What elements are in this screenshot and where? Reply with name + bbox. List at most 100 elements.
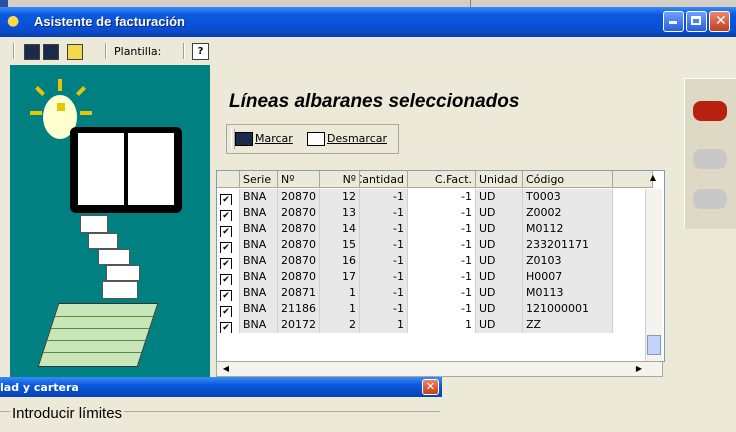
line-cell: 1 xyxy=(320,285,360,301)
column-header-code[interactable]: Código xyxy=(523,171,613,188)
checkbox[interactable]: ✔ xyxy=(220,210,232,221)
paper-stack-illustration xyxy=(37,303,159,367)
horizontal-scrollbar[interactable]: ◀ ▶ xyxy=(216,361,663,377)
row-checkbox-cell[interactable]: ✔ xyxy=(217,269,240,285)
billing-wizard-window: ● Asistente de facturación ✕ Plantilla: … xyxy=(0,7,736,424)
lightbulb-icon: ● xyxy=(7,13,20,29)
checkbox[interactable]: ✔ xyxy=(220,274,232,285)
paper-strip xyxy=(106,265,140,281)
template-label: Plantilla: xyxy=(114,45,162,58)
title-bar[interactable]: ● Asistente de facturación ✕ xyxy=(0,7,736,37)
row-checkbox-cell[interactable]: ✔ xyxy=(217,253,240,269)
scrollbar-thumb[interactable] xyxy=(647,335,661,355)
light-ray xyxy=(35,86,45,96)
row-checkbox-cell[interactable]: ✔ xyxy=(217,285,240,301)
scroll-right-icon[interactable]: ▶ xyxy=(632,362,646,376)
code-cell: 121000001 xyxy=(523,301,613,317)
checkbox[interactable]: ✔ xyxy=(220,258,232,269)
column-header-invoiced-quantity[interactable]: C.Fact. xyxy=(408,171,476,188)
row-checkbox-cell[interactable]: ✔ xyxy=(217,237,240,253)
quantity-cell: -1 xyxy=(360,221,408,237)
column-header-line-number[interactable]: Nº xyxy=(320,171,360,188)
checkbox[interactable]: ✔ xyxy=(220,306,232,317)
unit-cell: UD xyxy=(476,285,523,301)
row-checkbox-cell[interactable]: ✔ xyxy=(217,221,240,237)
quantity-cell: -1 xyxy=(360,205,408,221)
quantity-cell: -1 xyxy=(360,269,408,285)
toolbar-separator xyxy=(105,43,107,59)
serie-cell: BNA xyxy=(240,285,278,301)
row-checkbox-cell[interactable]: ✔ xyxy=(217,301,240,317)
table-row[interactable]: ✔ BNA 20871 1 -1 -1 UD M0113 xyxy=(217,285,613,301)
column-header-serie[interactable]: Serie xyxy=(240,171,278,188)
table-row[interactable]: ✔ BNA 20870 12 -1 -1 UD T0003 xyxy=(217,189,613,205)
maximize-button[interactable] xyxy=(686,11,707,32)
column-header-unit[interactable]: Unidad xyxy=(476,171,523,188)
bulb-core xyxy=(57,103,65,111)
stack-line xyxy=(47,340,146,341)
row-checkbox-cell[interactable]: ✔ xyxy=(217,205,240,221)
paper-strip xyxy=(88,233,118,249)
help-button[interactable]: ? xyxy=(192,43,209,60)
unit-cell: UD xyxy=(476,253,523,269)
unmark-label: Desmarcar xyxy=(327,132,388,145)
column-header-quantity[interactable]: Cantidad xyxy=(360,171,408,188)
table-row[interactable]: ✔ BNA 20870 16 -1 -1 UD Z0103 xyxy=(217,253,613,269)
line-cell: 13 xyxy=(320,205,360,221)
table-row[interactable]: ✔ BNA 20870 13 -1 -1 UD Z0002 xyxy=(217,205,613,221)
invoiced-cell: -1 xyxy=(408,301,476,317)
code-cell: ZZ xyxy=(523,317,613,333)
unit-cell: UD xyxy=(476,317,523,333)
line-cell: 16 xyxy=(320,253,360,269)
column-header-check[interactable] xyxy=(217,171,240,188)
number-cell: 20172 xyxy=(278,317,320,333)
number-cell: 20870 xyxy=(278,205,320,221)
invoiced-cell: -1 xyxy=(408,237,476,253)
invoiced-cell: -1 xyxy=(408,189,476,205)
line-cell: 17 xyxy=(320,269,360,285)
unit-cell: UD xyxy=(476,301,523,317)
unit-cell: UD xyxy=(476,205,523,221)
row-checkbox-cell[interactable]: ✔ xyxy=(217,317,240,333)
close-button[interactable]: ✕ xyxy=(709,11,730,32)
checkbox[interactable]: ✔ xyxy=(220,322,232,333)
serie-cell: BNA xyxy=(240,301,278,317)
table-row[interactable]: ✔ BNA 21186 1 -1 -1 UD 121000001 xyxy=(217,301,613,317)
invoiced-cell: -1 xyxy=(408,221,476,237)
minimize-button[interactable] xyxy=(663,11,684,32)
light-ray xyxy=(80,111,92,115)
lines-grid[interactable]: Serie Nº Nº Cantidad C.Fact. Unidad Códi… xyxy=(216,170,665,362)
table-row[interactable]: ✔ BNA 20172 2 1 1 UD ZZ xyxy=(217,317,613,333)
checkbox[interactable]: ✔ xyxy=(220,226,232,237)
mark-label: Marcar xyxy=(255,132,293,145)
dialog-close-button[interactable]: ✕ xyxy=(422,379,439,395)
paper-strip xyxy=(80,215,108,233)
dialog-title-bar[interactable]: lad y cartera ✕ xyxy=(0,377,442,397)
vertical-scrollbar[interactable] xyxy=(645,189,662,361)
quantity-cell: 1 xyxy=(360,317,408,333)
line-cell: 1 xyxy=(320,301,360,317)
checkbox[interactable]: ✔ xyxy=(220,194,232,205)
scroll-left-icon[interactable]: ◀ xyxy=(219,362,233,376)
paper-strip xyxy=(98,249,130,265)
pointing-hand-icon[interactable] xyxy=(693,101,727,121)
table-row[interactable]: ✔ BNA 20870 14 -1 -1 UD M0112 xyxy=(217,221,613,237)
code-cell: H0007 xyxy=(523,269,613,285)
scroll-up-icon[interactable]: ▲ xyxy=(647,173,659,185)
light-ray xyxy=(76,86,86,96)
checkbox[interactable]: ✔ xyxy=(220,290,232,301)
stack-line xyxy=(54,316,154,317)
invoiced-cell: -1 xyxy=(408,269,476,285)
column-header-number[interactable]: Nº xyxy=(278,171,320,188)
quantity-cell: -1 xyxy=(360,189,408,205)
organizer-page xyxy=(128,133,174,205)
checkbox[interactable]: ✔ xyxy=(220,242,232,253)
arrow-hand-disabled-icon xyxy=(693,189,727,209)
table-row[interactable]: ✔ BNA 20870 17 -1 -1 UD H0007 xyxy=(217,269,613,285)
table-row[interactable]: ✔ BNA 20870 15 -1 -1 UD 233201171 xyxy=(217,237,613,253)
save-as-icon[interactable] xyxy=(43,44,59,60)
row-checkbox-cell[interactable]: ✔ xyxy=(217,189,240,205)
template-icon[interactable] xyxy=(67,44,83,60)
save-icon[interactable] xyxy=(24,44,40,60)
code-cell: M0112 xyxy=(523,221,613,237)
